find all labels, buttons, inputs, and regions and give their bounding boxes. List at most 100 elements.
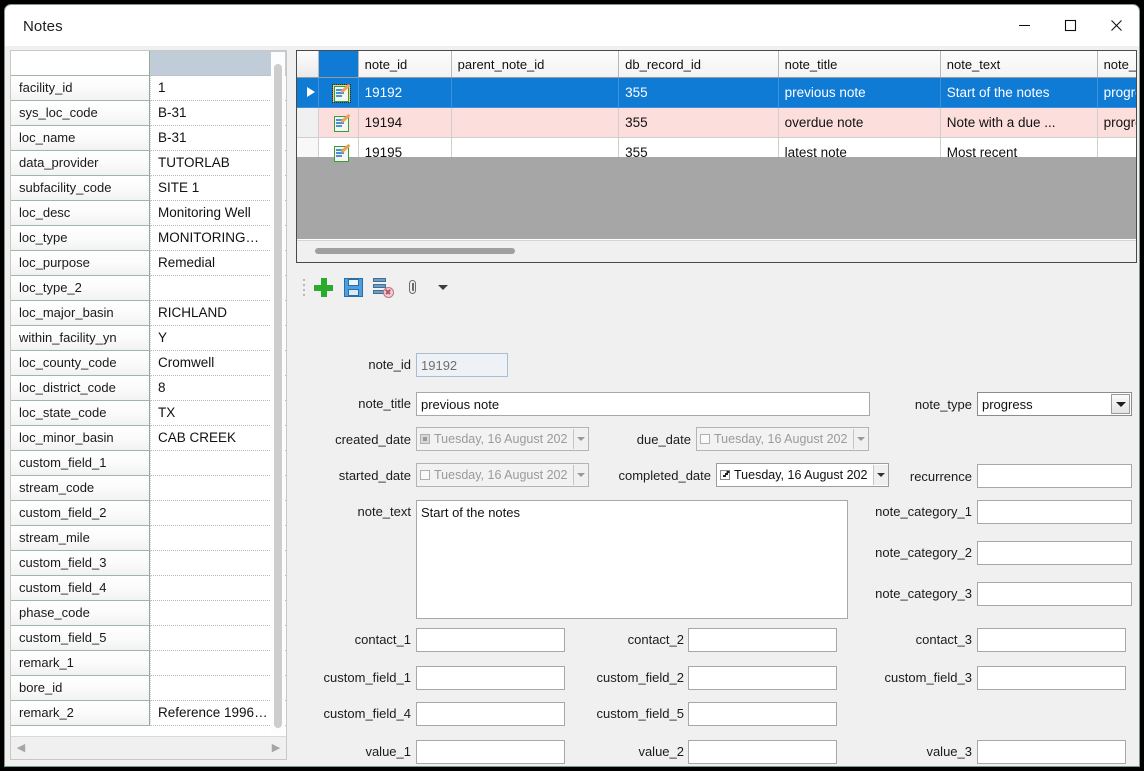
property-value[interactable] <box>150 551 286 576</box>
table-row[interactable]: 19194 355overdue noteNote with a due ...p… <box>297 108 1137 138</box>
property-row[interactable]: data_providerTUTORLAB <box>11 151 286 176</box>
created-date-spin-button[interactable] <box>573 429 588 449</box>
grid-cell-note-type[interactable]: progress <box>1097 78 1137 108</box>
property-row[interactable]: custom_field_2 <box>11 501 286 526</box>
property-value[interactable] <box>150 576 286 601</box>
grid-column-header-note-type[interactable]: note_type <box>1097 51 1137 78</box>
contact-3-input[interactable] <box>977 628 1126 652</box>
property-value[interactable] <box>150 501 286 526</box>
toolbar-grip-handle[interactable] <box>300 276 308 298</box>
custom-field-5-input[interactable] <box>688 702 837 726</box>
grid-column-header-note-title[interactable]: note_title <box>778 51 940 78</box>
scroll-right-arrow-icon[interactable]: ▶ <box>266 743 286 754</box>
table-row[interactable]: 19192 355previous noteStart of the notesp… <box>297 78 1137 108</box>
note-category-3-input[interactable] <box>977 582 1132 606</box>
property-value[interactable]: Monitoring Well <box>150 201 286 226</box>
property-row[interactable]: stream_mile <box>11 526 286 551</box>
close-button[interactable] <box>1093 5 1139 46</box>
row-icon-cell[interactable] <box>318 78 358 108</box>
grid-cell-note-id[interactable]: 19194 <box>358 108 451 138</box>
grid-cell-note-text[interactable]: Note with a due ... <box>940 108 1097 138</box>
recurrence-input[interactable] <box>977 464 1132 488</box>
grid-cell-note-title[interactable]: previous note <box>778 78 940 108</box>
created-date-picker[interactable]: Tuesday, 16 August 202 <box>416 427 589 451</box>
property-value[interactable]: TUTORLAB <box>150 151 286 176</box>
custom-field-1-input[interactable] <box>416 666 565 690</box>
property-value[interactable]: RICHLAND <box>150 301 286 326</box>
note-text-textarea[interactable]: Start of the notes <box>416 500 848 619</box>
property-value[interactable] <box>150 651 286 676</box>
toolbar-overflow-button[interactable] <box>428 272 458 302</box>
started-date-picker[interactable]: Tuesday, 16 August 202 <box>416 463 589 487</box>
grid-horizontal-scrollbar[interactable] <box>297 240 1136 262</box>
property-value[interactable]: 8 <box>150 376 286 401</box>
property-value[interactable] <box>150 526 286 551</box>
property-grid-vertical-scrollbar[interactable] <box>271 52 285 735</box>
attachment-button[interactable] <box>398 272 428 302</box>
property-row[interactable]: loc_major_basinRICHLAND <box>11 301 286 326</box>
grid-cell-note-id[interactable]: 19192 <box>358 78 451 108</box>
property-value[interactable]: 1 <box>150 76 286 101</box>
grid-icon-column-header[interactable] <box>318 51 358 78</box>
property-value[interactable]: Cromwell <box>150 351 286 376</box>
value-2-input[interactable] <box>688 740 837 764</box>
created-date-checkbox[interactable] <box>420 434 430 444</box>
property-grid-vertical-scroll-thumb[interactable] <box>274 64 282 728</box>
grid-cell-db-record-id[interactable]: 355 <box>619 78 778 108</box>
due-date-spin-button[interactable] <box>853 429 868 449</box>
note-category-1-input[interactable] <box>977 500 1132 524</box>
property-row[interactable]: loc_typeMONITORING… <box>11 226 286 251</box>
delete-note-button[interactable] <box>368 272 398 302</box>
property-value[interactable] <box>150 601 286 626</box>
property-value[interactable]: B-31 <box>150 126 286 151</box>
property-row[interactable]: loc_district_code8 <box>11 376 286 401</box>
property-value[interactable] <box>150 626 286 651</box>
property-value[interactable]: MONITORING… <box>150 226 286 251</box>
grid-cell-db-record-id[interactable]: 355 <box>619 108 778 138</box>
grid-cell-note-type[interactable]: progress <box>1097 108 1137 138</box>
maximize-button[interactable] <box>1047 5 1093 46</box>
property-row[interactable]: phase_code <box>11 601 286 626</box>
note-id-input[interactable]: 19192 <box>416 353 508 377</box>
value-3-input[interactable] <box>977 740 1126 764</box>
property-row[interactable]: stream_code <box>11 476 286 501</box>
property-row[interactable]: within_facility_ynY <box>11 326 286 351</box>
grid-cell-note-text[interactable]: Start of the notes <box>940 78 1097 108</box>
property-row[interactable]: custom_field_3 <box>11 551 286 576</box>
custom-field-2-input[interactable] <box>688 666 837 690</box>
property-row[interactable]: remark_2Reference 1996… <box>11 701 286 726</box>
property-row[interactable]: loc_county_codeCromwell <box>11 351 286 376</box>
started-date-spin-button[interactable] <box>573 465 588 485</box>
location-property-grid[interactable]: facility_id1sys_loc_codeB-31loc_nameB-31… <box>11 51 286 736</box>
note-category-2-input[interactable] <box>977 541 1132 565</box>
property-row[interactable]: loc_minor_basinCAB CREEK <box>11 426 286 451</box>
completed-date-checkbox[interactable] <box>720 470 730 480</box>
property-row[interactable]: bore_id <box>11 676 286 701</box>
due-date-picker[interactable]: Tuesday, 16 August 202 <box>696 427 869 451</box>
grid-horizontal-scroll-thumb[interactable] <box>315 248 515 254</box>
grid-column-header-parent-note-id[interactable]: parent_note_id <box>451 51 618 78</box>
note-type-dropdown-button[interactable] <box>1111 394 1130 414</box>
property-value[interactable]: Remedial <box>150 251 286 276</box>
due-date-checkbox[interactable] <box>700 434 710 444</box>
note-type-select[interactable]: progress <box>977 392 1132 416</box>
property-value[interactable] <box>150 676 286 701</box>
property-value[interactable] <box>150 276 286 301</box>
property-row[interactable]: custom_field_4 <box>11 576 286 601</box>
add-note-button[interactable] <box>308 272 338 302</box>
property-row[interactable]: custom_field_1 <box>11 451 286 476</box>
property-value[interactable]: SITE 1 <box>150 176 286 201</box>
contact-2-input[interactable] <box>688 628 837 652</box>
scroll-left-arrow-icon[interactable]: ◀ <box>11 743 31 754</box>
save-note-button[interactable] <box>338 272 368 302</box>
property-value[interactable]: B-31 <box>150 101 286 126</box>
property-row[interactable]: facility_id1 <box>11 76 286 101</box>
minimize-button[interactable] <box>1001 5 1047 46</box>
property-value[interactable]: Y <box>150 326 286 351</box>
started-date-checkbox[interactable] <box>420 470 430 480</box>
property-value[interactable]: TX <box>150 401 286 426</box>
property-value[interactable] <box>150 451 286 476</box>
grid-cell-note-title[interactable]: overdue note <box>778 108 940 138</box>
property-row[interactable]: remark_1 <box>11 651 286 676</box>
contact-1-input[interactable] <box>416 628 565 652</box>
